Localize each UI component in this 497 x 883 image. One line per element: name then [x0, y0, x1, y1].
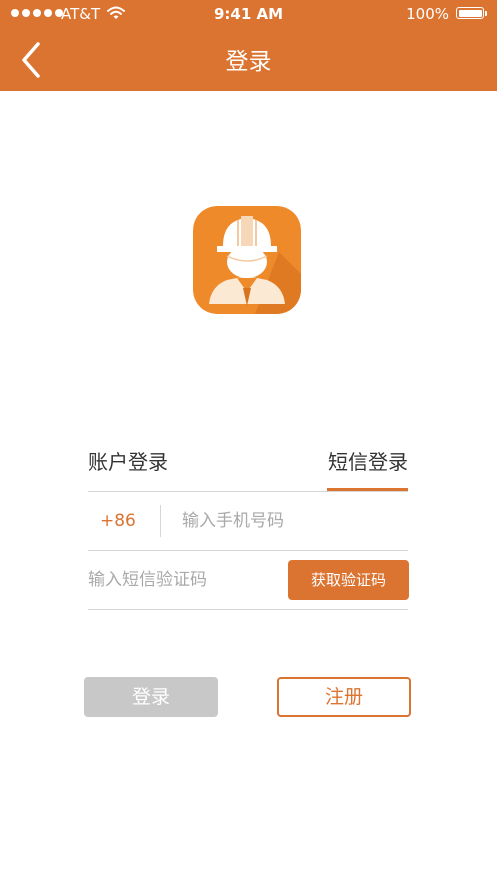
country-code[interactable]: +86	[100, 511, 136, 531]
login-tabs: 账户登录 短信登录	[88, 447, 408, 492]
status-bar: AT&T 9:41 AM 100%	[0, 0, 497, 30]
tab-sms-login[interactable]: 短信登录	[328, 447, 408, 491]
app-header: AT&T 9:41 AM 100% 登录	[0, 0, 497, 91]
register-button[interactable]: 注册	[277, 677, 411, 717]
tab-account-login[interactable]: 账户登录	[88, 447, 168, 491]
active-tab-indicator	[327, 488, 408, 491]
get-code-button[interactable]: 获取验证码	[288, 560, 409, 600]
phone-row: +86	[88, 492, 408, 551]
sms-code-input[interactable]	[88, 567, 278, 593]
phone-divider	[160, 505, 161, 537]
code-row: 获取验证码	[88, 551, 409, 610]
login-button[interactable]: 登录	[84, 677, 218, 717]
battery-fill	[458, 9, 482, 17]
app-logo	[193, 206, 301, 314]
battery-percentage: 100%	[406, 5, 449, 23]
battery-tip	[485, 11, 487, 16]
battery-icon	[456, 7, 484, 19]
worker-helmet-avatar-icon	[193, 206, 301, 314]
phone-input[interactable]	[182, 508, 402, 534]
page-title: 登录	[225, 49, 272, 75]
